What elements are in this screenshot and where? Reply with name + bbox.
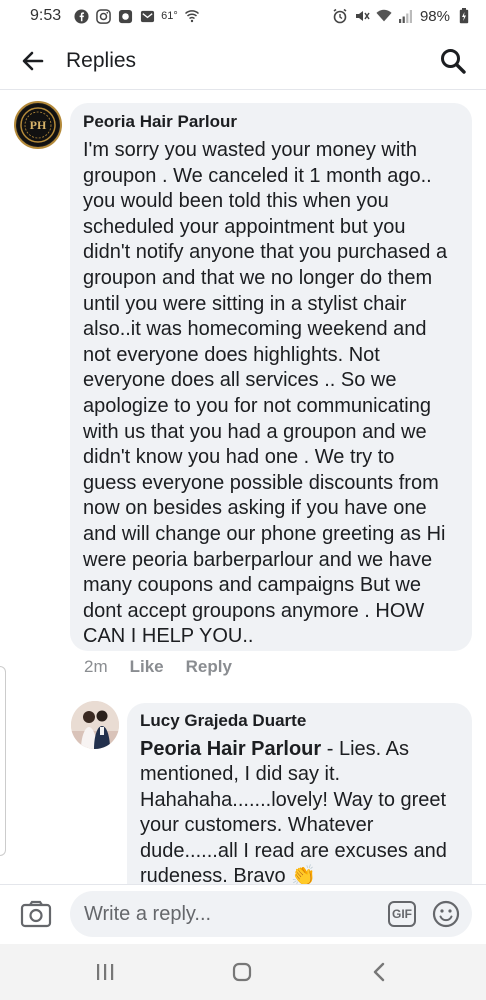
status-time: 9:53 [30, 7, 62, 24]
app-notification-icon [117, 8, 133, 24]
camera-button[interactable] [20, 900, 54, 930]
recent-apps-button[interactable] [91, 958, 119, 986]
emoji-button[interactable] [432, 900, 460, 928]
signal-icon [398, 8, 414, 24]
mail-notification-icon [139, 8, 155, 24]
instagram-notification-icon [95, 8, 111, 24]
system-back-button[interactable] [365, 958, 393, 986]
side-edge-handle[interactable] [0, 666, 6, 856]
camera-icon [20, 900, 52, 928]
comment-bubble[interactable]: Peoria Hair Parlour I'm sorry you wasted… [70, 103, 472, 651]
system-nav-bar [0, 944, 486, 1000]
mention-link[interactable]: Peoria Hair Parlour [140, 738, 321, 760]
reply-button[interactable]: Reply [186, 657, 232, 677]
battery-percent: 98% [419, 7, 450, 25]
recent-apps-icon [97, 964, 114, 980]
comment-timestamp: 2m [84, 657, 108, 676]
facebook-notification-icon [73, 8, 89, 24]
gif-button[interactable]: GIF [388, 901, 416, 927]
page-logo-icon: PH [17, 104, 59, 146]
comment-text: I'm sorry you wasted your money with gro… [83, 139, 448, 648]
reply-author[interactable]: Lucy Grajeda Duarte [140, 711, 460, 731]
reply-composer: GIF [0, 884, 486, 944]
reply-text: Peoria Hair Parlour - Lies. As mentioned… [140, 737, 460, 884]
home-icon [232, 962, 252, 982]
svg-text:PH: PH [30, 118, 47, 132]
status-bar: 9:53 61° 98% [0, 0, 486, 32]
comment-author[interactable]: Peoria Hair Parlour [83, 112, 460, 132]
status-left: 9:53 61° [30, 7, 200, 25]
like-button[interactable]: Like [130, 657, 164, 677]
reply-bubble[interactable]: Lucy Grajeda Duarte Peoria Hair Parlour … [127, 703, 472, 884]
search-icon [441, 49, 466, 74]
mute-icon [354, 8, 370, 24]
alarm-icon [332, 8, 348, 24]
app-header: Replies [0, 32, 486, 90]
emoji-icon [432, 900, 460, 928]
back-button[interactable] [0, 32, 66, 90]
chevron-left-icon [373, 962, 385, 982]
search-button[interactable] [436, 44, 470, 78]
page-title: Replies [66, 48, 137, 72]
wifi-calling-icon [184, 8, 200, 24]
clapping-hands-emoji: 👏 [291, 865, 317, 884]
user-photo-icon [71, 701, 119, 749]
status-temperature: 61° [161, 10, 178, 22]
wifi-icon [376, 8, 392, 24]
comment-meta: 2m Like Reply [84, 657, 232, 677]
avatar[interactable]: PH [14, 101, 62, 149]
status-right: 98% [332, 8, 472, 25]
home-button[interactable] [228, 958, 256, 986]
replies-thread[interactable]: PH Peoria Hair Parlour I'm sorry you was… [0, 91, 486, 884]
avatar[interactable] [71, 701, 119, 749]
battery-icon [456, 8, 472, 24]
back-arrow-icon [22, 51, 44, 70]
